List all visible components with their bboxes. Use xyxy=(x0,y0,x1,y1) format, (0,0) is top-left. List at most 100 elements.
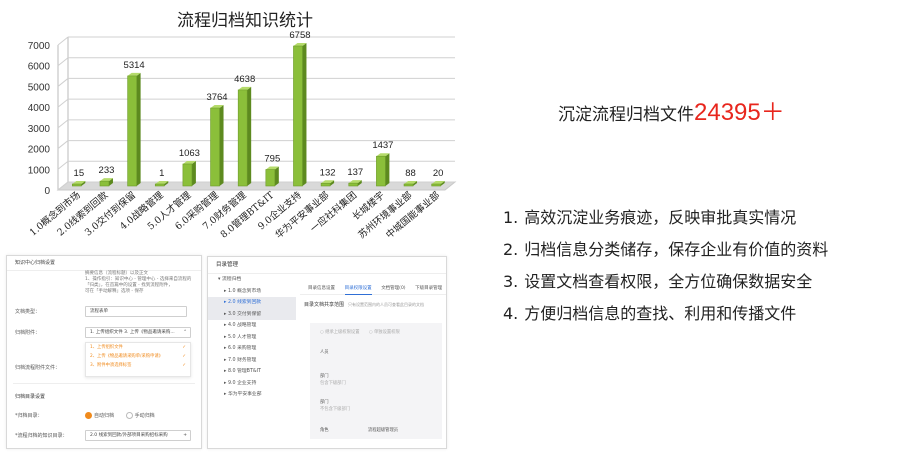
dept2-field[interactable]: 不包含下级部门 xyxy=(320,406,350,412)
attach-label: 归档附件： xyxy=(15,330,41,336)
tab-dir-info[interactable]: 目录信息设置 xyxy=(308,284,335,294)
bar-side xyxy=(136,72,141,186)
bar-value-label: 3764 xyxy=(206,92,227,103)
chart-floor xyxy=(56,181,457,191)
archive-stats-chart: 流程归档知识统计 0 1000 2000 3000 4000 5000 6000 7000 15… xyxy=(0,0,470,255)
permission-box: ○ 继承上级权限设置 ○ 单独设置权限 人员 部门 包含下级部门 部门 不包含下… xyxy=(310,323,442,439)
headline-prefix: 沉淀流程归档文件 xyxy=(558,105,694,125)
bar-side xyxy=(191,160,196,186)
bar-value-label: 5314 xyxy=(124,60,145,71)
attach-files-label: 归档流程附件文件： xyxy=(15,365,61,371)
check-icon: ✓ xyxy=(182,354,186,359)
bar-side xyxy=(385,153,390,186)
y-tick-label: 5000 xyxy=(28,82,51,93)
bar-value-label: 4638 xyxy=(234,74,255,85)
bar xyxy=(293,45,303,187)
benefit-text: 高效沉淀业务痕迹，反映审批真实情况 xyxy=(524,208,797,227)
radio-manual[interactable]: 手动归档 xyxy=(125,412,155,419)
benefit-item: 4. 方便归档信息的查找、利用和传播文件 xyxy=(503,298,828,330)
tree-label: 4.0 战略管理 xyxy=(227,323,257,328)
archive-total-headline: 沉淀流程归档文件24395＋ xyxy=(558,92,785,127)
y-tick-label: 7000 xyxy=(28,41,51,52)
tree-item[interactable]: ▸ 8.0 管理BT&IT xyxy=(208,366,296,378)
tree-label: 5.0 人才管理 xyxy=(227,334,257,340)
tree-item[interactable]: ▸ 6.0 采购管理 xyxy=(208,343,296,355)
directory-tree: ▾ 流程归档 ▸ 1.0 概念到市场 ▸ 2.0 线索到回款 ▸ 3.0 交付到… xyxy=(208,274,296,401)
y-tick-label: 6000 xyxy=(28,62,51,73)
dept2-label: 部门 xyxy=(320,400,329,405)
tree-root[interactable]: ▾ 流程归档 xyxy=(208,274,296,286)
dropdown-option[interactable]: 1、上传组织文件 ✓ xyxy=(86,343,190,352)
bar xyxy=(403,183,414,187)
check-icon: ✓ xyxy=(182,345,186,350)
tab-dir-permission[interactable]: 目录权限设置 xyxy=(344,284,372,295)
check-icon: ✓ xyxy=(182,363,186,368)
bar xyxy=(265,169,276,187)
tree-label: 2.0 线索到回款 xyxy=(227,300,262,305)
bar xyxy=(237,89,248,187)
bar xyxy=(431,183,441,187)
bar-value-label: 20 xyxy=(433,168,444,179)
doc-type-select[interactable]: 流程表单 xyxy=(85,306,187,317)
tree-item[interactable]: ▸ 1.0 概念到市场 xyxy=(208,286,296,298)
tree-label: 9.0 企业支持 xyxy=(227,380,257,386)
tree-label: 流程归档 xyxy=(221,277,242,282)
benefits-list: 1. 高效沉淀业务痕迹，反映审批真实情况 2. 归档信息分类储存，保存企业有价值的资… xyxy=(503,202,828,330)
dropdown-option[interactable]: 2、上传《物品邀请采购单/采购申请》 ✓ xyxy=(86,352,190,361)
archive-mode-label: *归档目录： xyxy=(15,413,43,419)
benefit-item: 2. 归档信息分类储存，保存企业有价值的资料 xyxy=(503,234,828,266)
bar-value-label: 233 xyxy=(99,165,115,176)
bar xyxy=(127,75,137,187)
y-tick-label: 0 xyxy=(44,186,50,197)
radio-auto[interactable]: 自动归档 xyxy=(85,412,114,419)
directory-management-screenshot: 目录管理 ▾ 流程归档 ▸ 1.0 概念到市场 ▸ 2.0 线索到回款 ▸ 3.… xyxy=(207,256,447,449)
archive-dir-input[interactable]: 2.0 线索到回款/外部项目采购招标采购 + xyxy=(85,430,191,441)
dept-field[interactable]: 包含下级部门 xyxy=(320,380,346,386)
dir-mgmt-title: 目录管理 xyxy=(208,257,446,274)
dropdown-option[interactable]: 3、附件中须选择标签 ✓ xyxy=(86,361,190,370)
headline-count: 24395＋ xyxy=(694,99,785,126)
permission-pane: 目录文档共享范围 只有设置范围内的人员可查看此目录的文档 ○ 继承上级权限设置 ○… xyxy=(304,301,444,441)
option-label: 3、附件中须选择标签 xyxy=(90,363,132,368)
archive-mode-radios: 自动归档 手动归档 xyxy=(85,412,155,419)
benefit-index: 1. xyxy=(503,208,519,227)
radio-inherit[interactable]: ○ 继承上级权限设置 xyxy=(320,330,360,335)
bar xyxy=(99,180,110,187)
gridline-slant xyxy=(57,36,69,46)
settings-title: 知识中心归档设置 xyxy=(7,256,201,271)
radio-separate[interactable]: ○ 单独设置权限 xyxy=(369,330,400,335)
bar xyxy=(320,182,331,187)
bar-side xyxy=(247,86,252,186)
tree-item[interactable]: ▸ 3.0 交付到保留 xyxy=(208,308,296,320)
benefit-text: 归档信息分类储存，保存企业有价值的资料 xyxy=(524,240,829,259)
tab-doc-mgmt[interactable]: 文档管理(0) xyxy=(381,284,405,294)
tree-label: 1.0 概念到市场 xyxy=(227,288,262,294)
radio-off-icon xyxy=(125,412,133,419)
tree-item[interactable]: ▸ 华为平安事业部 xyxy=(208,389,296,401)
x-category-label: 一应社科集团 xyxy=(308,189,359,235)
attach-select[interactable]: 1. 上传组织文件 3. 上传《物品邀请采购... ⌃ xyxy=(85,327,191,338)
tree-item-selected[interactable]: ▸ 2.0 线索到回款 xyxy=(208,297,296,309)
bar-chart-svg: 01000200030004000500060007000151.0概念到市场2… xyxy=(27,30,457,241)
plus-icon: + xyxy=(183,433,187,438)
gridline-slant xyxy=(57,160,69,170)
section-divider xyxy=(13,383,195,384)
bar xyxy=(154,183,165,187)
tree-item[interactable]: ▸ 5.0 人才管理 xyxy=(208,332,296,344)
dir-tabs: 目录信息设置 目录权限设置 文档管理(0) 下级目录管理 xyxy=(300,284,446,295)
bar-value-label: 1 xyxy=(159,168,164,179)
y-tick-label: 3000 xyxy=(28,124,51,135)
tree-item[interactable]: ▸ 9.0 企业支持 xyxy=(208,378,296,390)
role-value[interactable]: 流程超级管理员 xyxy=(368,427,398,433)
doc-type-label: 文档类型： xyxy=(15,309,41,315)
pane-header: 目录文档共享范围 只有设置范围内的人员可查看此目录的文档 xyxy=(304,301,444,308)
tree-item[interactable]: ▸ 7.0 财务管理 xyxy=(208,355,296,367)
tab-subdir-mgmt[interactable]: 下级目录管理 xyxy=(415,284,442,294)
tree-item[interactable]: ▸ 4.0 战略管理 xyxy=(208,320,296,332)
bar xyxy=(210,107,220,187)
benefit-item: 3. 设置文档查看权限，全方位确保数据安全 xyxy=(503,266,828,298)
role-label: 角色 xyxy=(320,428,329,433)
bar-value-label: 1063 xyxy=(179,148,200,159)
bar-value-label: 132 xyxy=(320,167,336,178)
tree-label: 7.0 财务管理 xyxy=(227,357,257,363)
